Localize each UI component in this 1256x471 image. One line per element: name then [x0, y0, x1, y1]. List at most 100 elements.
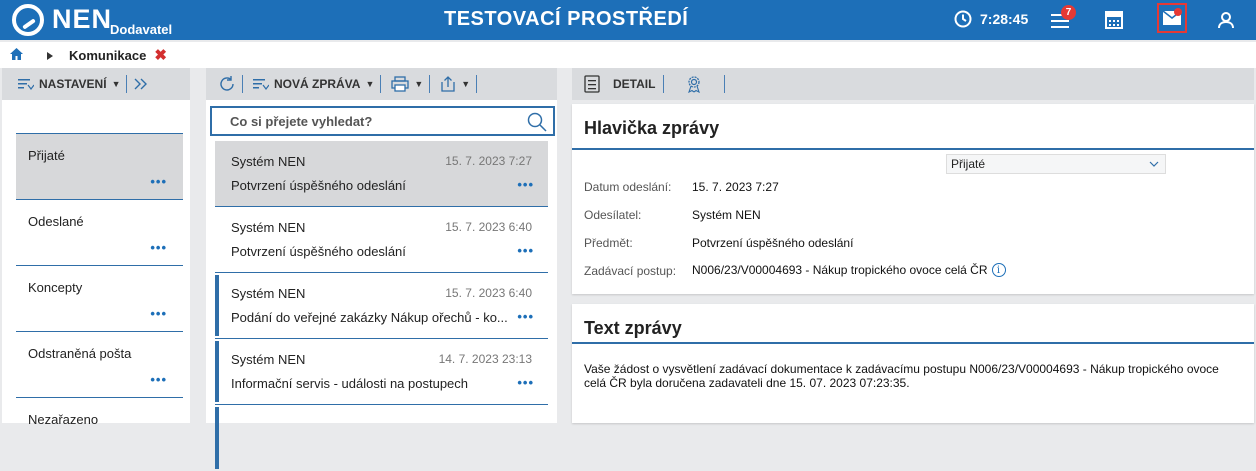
search-icon[interactable]: [527, 112, 547, 132]
message-text-card: Text zprávy Vaše žádost o vysvětlení zad…: [572, 304, 1254, 423]
chevron-down-icon: [1149, 161, 1159, 167]
unread-mail-dot: [1174, 8, 1182, 16]
logo-subtitle: Dodavatel: [110, 22, 173, 37]
message-subject: Potvrzení úspěšného odeslání: [231, 244, 406, 259]
header-card-title: Hlavička zprávy: [584, 118, 720, 138]
more-icon[interactable]: •••: [517, 243, 534, 258]
settings-button[interactable]: NASTAVENÍ ▼: [2, 77, 126, 91]
folder-item-drafts[interactable]: Koncepty •••: [16, 265, 183, 331]
more-icon[interactable]: •••: [150, 174, 167, 189]
caret-down-icon: ▼: [414, 79, 424, 89]
more-icon[interactable]: •••: [517, 375, 534, 390]
sender-value: Systém NEN: [692, 208, 761, 222]
more-icon[interactable]: •••: [150, 306, 167, 321]
procedure-value: N006/23/V00004693 - Nákup tropického ovo…: [692, 263, 1006, 277]
nen-logo[interactable]: NEN: [12, 4, 112, 36]
refresh-button[interactable]: [206, 75, 242, 93]
folder-label: Odstraněná pošta: [28, 346, 132, 361]
logo-text: NEN: [52, 4, 113, 34]
folder-item-sent[interactable]: Odeslané •••: [16, 199, 183, 265]
session-clock: 7:28:45: [954, 10, 1028, 28]
more-icon[interactable]: •••: [150, 372, 167, 387]
message-date: 15. 7. 2023 6:40: [445, 220, 532, 234]
message-item[interactable]: [215, 405, 548, 471]
subject-value: Potvrzení úspěšného odeslání: [692, 236, 853, 250]
folder-panel: Přijaté ••• Odeslané ••• Koncepty ••• Od…: [2, 68, 190, 427]
field-label: Odesílatel:: [584, 208, 642, 222]
message-sender: Systém NEN: [231, 352, 306, 367]
field-value[interactable]: N006/23/V00004693 - Nákup tropického ovo…: [692, 263, 988, 277]
close-tab-icon[interactable]: ✖: [154, 46, 167, 64]
more-icon[interactable]: •••: [517, 177, 534, 192]
message-header-card: Hlavička zprávy Přijaté Datum odeslání: …: [572, 104, 1254, 294]
message-date: 15. 7. 2023 6:40: [445, 286, 532, 300]
folder-item-unsorted[interactable]: Nezařazeno: [16, 397, 183, 463]
more-icon[interactable]: •••: [517, 309, 534, 324]
breadcrumb: Komunikace ✖: [0, 42, 1256, 68]
export-button[interactable]: ▼: [430, 76, 476, 92]
filter-settings-icon: [18, 79, 34, 90]
folder-label: Odeslané: [28, 214, 84, 229]
message-subject: Potvrzení úspěšného odeslání: [231, 178, 406, 193]
folder-label: Přijaté: [28, 148, 65, 163]
message-detail-panel: Hlavička zprávy Přijaté Datum odeslání: …: [572, 68, 1254, 423]
breadcrumb-arrow-icon: [47, 48, 53, 63]
toolbar-separator: [476, 75, 478, 93]
new-message-label: NOVÁ ZPRÁVA: [274, 77, 361, 91]
search-input[interactable]: [230, 108, 530, 134]
info-icon[interactable]: i: [991, 263, 1006, 277]
message-body: Vaše žádost o vysvětlení zadávací dokume…: [584, 362, 1219, 390]
search-box: [210, 106, 555, 136]
message-item[interactable]: Systém NEN 14. 7. 2023 23:13 Informační …: [215, 339, 548, 405]
folder-select[interactable]: Přijaté: [946, 154, 1166, 174]
message-subject: Informační servis - události na postupec…: [231, 376, 469, 391]
folder-select-value: Přijaté: [951, 157, 986, 171]
folder-toolbar: NASTAVENÍ ▼: [2, 68, 190, 100]
field-value: 15. 7. 2023 7:27: [692, 180, 779, 194]
calculator-button[interactable]: [1102, 0, 1126, 40]
folder-item-deleted[interactable]: Odstraněná pošta •••: [16, 331, 183, 397]
field-label: Datum odeslání:: [584, 180, 672, 194]
message-item[interactable]: Systém NEN 15. 7. 2023 6:40 Potvrzení ús…: [215, 207, 548, 273]
notification-badge: 7: [1061, 5, 1076, 20]
home-icon[interactable]: [10, 47, 23, 63]
print-button[interactable]: ▼: [381, 76, 429, 92]
new-message-button[interactable]: NOVÁ ZPRÁVA ▼: [243, 77, 380, 91]
message-subject: Podání do veřejné zakázky Nákup ořechů -…: [231, 310, 508, 325]
message-sender: Systém NEN: [231, 220, 306, 235]
refresh-icon: [220, 76, 234, 91]
caret-down-icon: ▼: [365, 79, 375, 89]
folder-label: Nezařazeno: [28, 412, 99, 427]
clock-icon: [954, 10, 972, 28]
message-list-panel: Systém NEN 15. 7. 2023 7:27 Potvrzení ús…: [206, 68, 557, 469]
print-icon: [391, 76, 410, 92]
menu-button[interactable]: 7: [1046, 0, 1076, 40]
message-item[interactable]: Systém NEN 15. 7. 2023 6:40 Podání do ve…: [215, 273, 548, 339]
user-button[interactable]: [1214, 0, 1238, 40]
clock-time: 7:28:45: [980, 11, 1029, 27]
card-divider: [572, 148, 1254, 150]
message-date: 14. 7. 2023 23:13: [438, 352, 532, 366]
user-icon: [1218, 12, 1234, 29]
folder-item-inbox[interactable]: Přijaté •••: [16, 133, 183, 199]
more-icon[interactable]: •••: [150, 240, 167, 255]
field-value: Potvrzení úspěšného odeslání: [692, 236, 854, 250]
message-item[interactable]: Systém NEN 15. 7. 2023 7:27 Potvrzení ús…: [215, 141, 548, 207]
caret-down-icon: ▼: [461, 79, 471, 89]
environment-title: TESTOVACÍ PROSTŘEDÍ: [444, 8, 689, 30]
message-list-toolbar: NOVÁ ZPRÁVA ▼ ▼ ▼: [206, 68, 557, 100]
top-bar: NEN Dodavatel TESTOVACÍ PROSTŘEDÍ 7:28:4…: [0, 0, 1256, 40]
mail-button[interactable]: [1157, 3, 1187, 33]
text-card-title: Text zprávy: [584, 318, 682, 338]
message-sender: Systém NEN: [231, 154, 306, 169]
breadcrumb-communication[interactable]: Komunikace: [69, 48, 146, 63]
export-icon: [441, 76, 455, 92]
caret-down-icon: ▼: [111, 79, 121, 89]
message-date: 15. 7. 2023 7:27: [445, 154, 532, 168]
calculator-icon: [1105, 11, 1123, 29]
folder-label: Koncepty: [28, 280, 83, 295]
sent-date-value: 15. 7. 2023 7:27: [692, 180, 779, 194]
field-label: Zadávací postup:: [584, 264, 677, 278]
card-divider: [572, 342, 1254, 344]
collapse-panel-button[interactable]: [127, 77, 155, 91]
